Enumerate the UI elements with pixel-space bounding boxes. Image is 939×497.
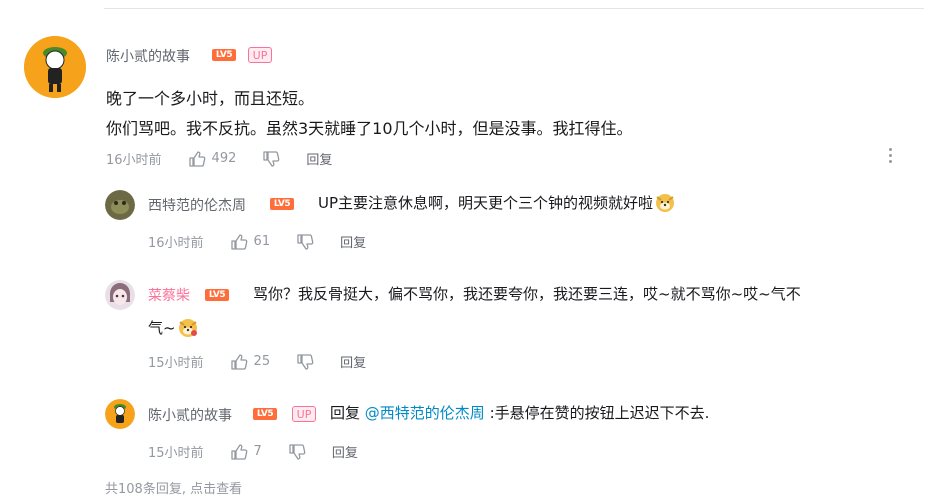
reply-summary: 共108条回复, 点击查看: [105, 478, 242, 497]
doge-emoji-icon: [178, 319, 197, 337]
username[interactable]: 菜蔡柴: [148, 285, 190, 305]
reply-button[interactable]: 回复: [340, 232, 366, 251]
username[interactable]: 陈小贰的故事: [148, 405, 232, 425]
reply-button[interactable]: 回复: [306, 149, 332, 168]
reply-button[interactable]: 回复: [340, 352, 366, 371]
reply-meta: 15小时前 7 回复: [148, 442, 358, 461]
divider: [104, 8, 924, 9]
comment-text-line1: 晚了一个多小时，而且还短。: [106, 89, 315, 108]
reply-time: 16小时前: [148, 236, 204, 251]
reply-text-line2: 气~: [148, 313, 199, 343]
thumbs-down-icon: [263, 150, 280, 167]
reply-time: 15小时前: [148, 446, 204, 461]
avatar[interactable]: [24, 36, 86, 98]
avatar[interactable]: [105, 190, 135, 220]
thumbs-down-icon: [297, 233, 314, 250]
reply-text-content: UP主要注意休息啊，明天更个三个钟的视频就好啦: [318, 194, 654, 212]
thumbs-down-icon: [289, 443, 306, 460]
reply-prefix: 回复: [330, 404, 365, 422]
like-count: 61: [253, 234, 271, 249]
thumbs-up-icon: [230, 233, 247, 250]
reply-text-content: 气~: [148, 319, 176, 337]
reply-text: 回复 @西特范的伦杰周 :手悬停在赞的按钮上迟迟下不去.: [330, 398, 709, 428]
like-button[interactable]: 25: [230, 353, 271, 371]
reply-text-content: :手悬停在赞的按钮上迟迟下不去.: [484, 404, 710, 422]
like-count: 7: [253, 444, 262, 459]
thumbs-up-icon: [230, 353, 247, 370]
level-badge: LV5: [253, 408, 277, 420]
reply-meta: 15小时前 25 回复: [148, 352, 366, 371]
like-button[interactable]: 492: [188, 150, 237, 168]
up-badge: UP: [248, 47, 272, 63]
like-count: 492: [211, 151, 237, 166]
view-more-link[interactable]: 点击查看: [190, 482, 242, 497]
reply-count-text: 共108条回复,: [105, 482, 191, 497]
thumbs-down-icon: [297, 353, 314, 370]
username[interactable]: 西特范的伦杰周: [148, 195, 246, 215]
up-badge: UP: [292, 406, 316, 422]
avatar[interactable]: [105, 399, 135, 429]
more-vertical-icon[interactable]: [886, 148, 894, 164]
comment-time: 16小时前: [106, 153, 162, 168]
dislike-button[interactable]: [262, 150, 280, 168]
level-badge: LV5: [205, 289, 229, 301]
username[interactable]: 陈小贰的故事: [106, 46, 190, 66]
reply-time: 15小时前: [148, 356, 204, 371]
reply-button[interactable]: 回复: [332, 442, 358, 461]
avatar[interactable]: [105, 280, 135, 310]
like-button[interactable]: 7: [230, 443, 262, 461]
thumbs-up-icon: [188, 150, 205, 167]
reply-meta: 16小时前 61 回复: [148, 232, 366, 251]
like-button[interactable]: 61: [230, 233, 271, 251]
thumbs-up-icon: [230, 443, 247, 460]
doge-emoji-icon: [656, 194, 675, 212]
dislike-button[interactable]: [288, 443, 306, 461]
comment-text-line2: 你们骂吧。我不反抗。虽然3天就睡了10几个小时，但是没事。我扛得住。: [106, 119, 633, 138]
mention-link[interactable]: @西特范的伦杰周: [365, 404, 485, 422]
reply-text: UP主要注意休息啊，明天更个三个钟的视频就好啦: [318, 188, 676, 218]
dislike-button[interactable]: [296, 353, 314, 371]
comment-meta: 16小时前 492 回复: [106, 149, 332, 168]
dislike-button[interactable]: [296, 233, 314, 251]
level-badge: LV5: [212, 49, 236, 61]
reply-text-line1: 骂你？我反骨挺大，偏不骂你，我还要夸你，我还要三连，哎~就不骂你~哎~气不: [253, 285, 801, 303]
level-badge: LV5: [270, 198, 294, 210]
like-count: 25: [253, 354, 271, 369]
